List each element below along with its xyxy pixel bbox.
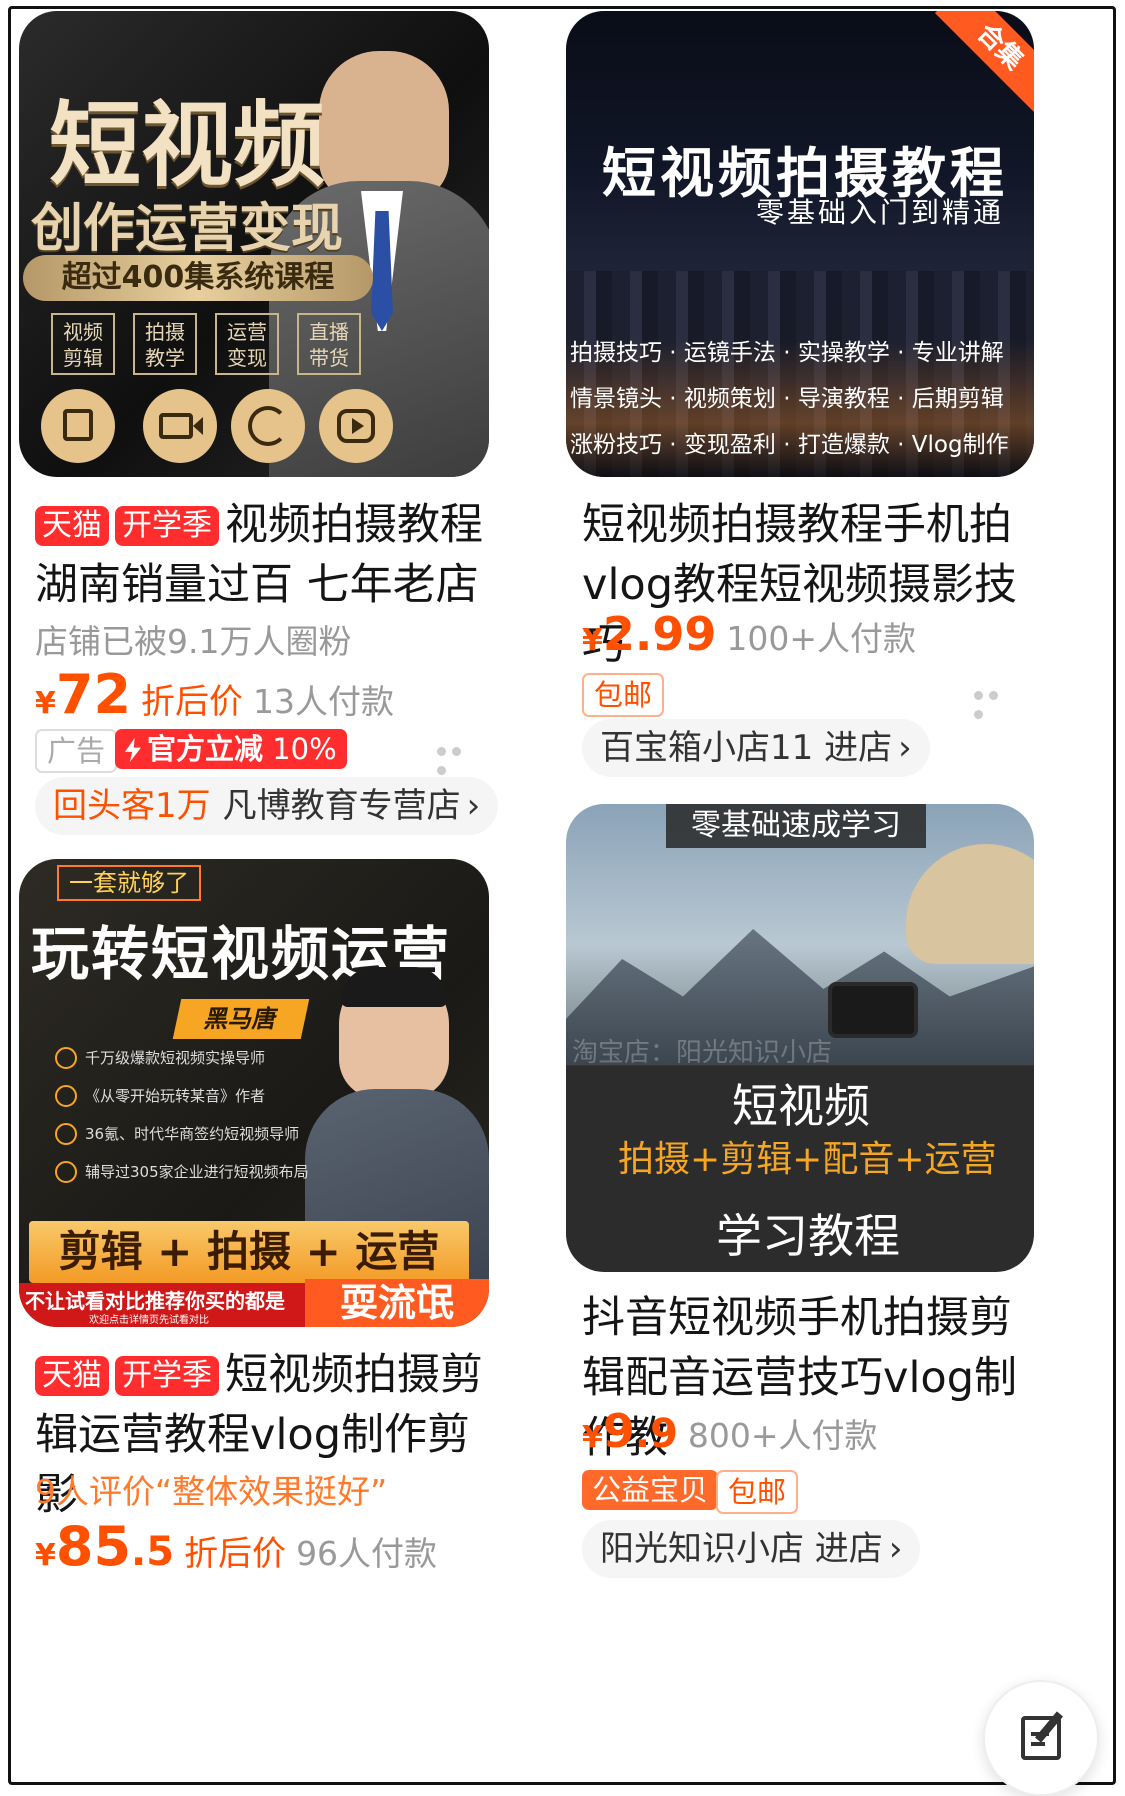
more-dots-icon[interactable] [437, 741, 481, 775]
phone [828, 982, 918, 1038]
thumb-line: 涨粉技巧 · 变现盈利 · 打造爆款 · Vlog制作 [570, 432, 1009, 458]
tmall-tag: 天猫 [35, 1356, 109, 1396]
product-title[interactable]: 天猫 开学季 视频拍摄教程湖南销量过百 七年老店 [35, 495, 505, 615]
product-image[interactable]: 零基础速成学习 淘宝店：阳光知识小店 短视频 拍摄+剪辑+配音+运营 学习教程 [566, 804, 1034, 1272]
thumb-subhead: 创作运营变现 [31, 198, 344, 259]
sold-count: 13人付款 [253, 682, 395, 721]
thumb-line3: 学习教程 [716, 1209, 900, 1263]
check-icon [55, 1047, 77, 1069]
more-dots-icon[interactable] [974, 685, 1018, 719]
thumb-line1: 短视频 [732, 1079, 870, 1133]
thumb-banner: 超过400集系统课程 [23, 255, 373, 301]
check-icon [55, 1123, 77, 1145]
check-icon [55, 1161, 77, 1183]
sold-count: 96人付款 [296, 1534, 438, 1573]
thumb-line: 情景镜头 · 视频策划 · 导演教程 · 后期剪辑 [570, 386, 1004, 412]
crop-icon [41, 389, 115, 463]
thumb-stamp: 耍流氓 [305, 1279, 489, 1327]
promo-badge: 官方立减 10% [115, 729, 347, 769]
watermark: 淘宝店：阳光知识小店 [572, 1038, 833, 1068]
product-grid: 短视频 创作运营变现 超过400集系统课程 视频 剪辑 拍摄 教学 运营 变现 … [8, 6, 1116, 1785]
video-icon [319, 389, 393, 463]
price-value: 72 [55, 663, 132, 726]
review-snippet: 9人评价“整体效果挺好” [35, 1472, 388, 1511]
feedback-button[interactable] [983, 1680, 1099, 1796]
corner-ribbon: 合集 [934, 11, 1034, 113]
thumb-headline: 短视频 [49, 91, 326, 199]
store-link[interactable]: 阳光知识小店 进店 › [582, 1520, 921, 1578]
sold-count: 100+人付款 [726, 619, 917, 658]
thumb-boxes: 视频 剪辑 拍摄 教学 运营 变现 直播 带货 [51, 313, 361, 375]
charity-badge: 公益宝贝 [582, 1470, 719, 1510]
price-value: 85 [55, 1515, 132, 1578]
sold-count: 800+人付款 [687, 1416, 878, 1455]
product-image[interactable]: 合集 短视频拍摄教程 零基础入门到精通 拍摄技巧 · 运镜手法 · 实操教学 ·… [566, 11, 1034, 477]
chevron-right-icon: › [888, 1529, 903, 1569]
price-row: ¥9.9 800+人付款 [582, 1404, 878, 1458]
store-link[interactable]: 回头客1万 凡博教育专营店 › [35, 777, 499, 835]
season-tag: 开学季 [115, 506, 219, 546]
thumb-line2: 拍摄+剪辑+配音+运营 [618, 1139, 997, 1180]
price-row: ¥2.99 100+人付款 [582, 607, 917, 661]
product-image[interactable]: 一套就够了 玩转短视频运营 黑马唐 千万级爆款短视频实操导师 《从零开始玩转某音… [19, 859, 489, 1327]
hat [906, 844, 1034, 964]
store-link[interactable]: 百宝箱小店11 进店 › [582, 719, 930, 777]
price-row: ¥72 折后价 13人付款 [35, 663, 395, 726]
refresh-icon [231, 389, 305, 463]
chevron-right-icon: › [466, 786, 481, 826]
thumb-line: 拍摄技巧 · 运镜手法 · 实操教学 · 专业讲解 [570, 340, 1004, 366]
price-value: 2.99 [602, 607, 717, 661]
thumb-bottom-banner: 剪辑 + 拍摄 + 运营 [29, 1221, 469, 1283]
thumb-top: 零基础速成学习 [666, 804, 926, 848]
thumb-circles [41, 389, 461, 469]
chevron-right-icon: › [898, 728, 912, 768]
camera-icon [143, 389, 217, 463]
presenter-figure [319, 51, 449, 201]
price-row: ¥85.5 折后价 96人付款 [35, 1515, 438, 1578]
free-shipping-badge: 包邮 [582, 673, 665, 717]
free-shipping-badge: 包邮 [716, 1470, 799, 1514]
thumb-warning: 不让试看对比推荐你买的都是 欢迎点击详情页先试看对比 [19, 1283, 305, 1327]
product-image[interactable]: 短视频 创作运营变现 超过400集系统课程 视频 剪辑 拍摄 教学 运营 变现 … [19, 11, 489, 477]
ad-badge: 广告 [35, 729, 118, 773]
name-plate: 黑马唐 [172, 999, 310, 1039]
thumb-subhead: 零基础入门到精通 [756, 196, 1005, 229]
lightning-icon [125, 738, 141, 762]
check-icon [55, 1085, 77, 1107]
season-tag: 开学季 [115, 1356, 219, 1396]
bullet-list: 千万级爆款短视频实操导师 《从零开始玩转某音》作者 36氪、时代华商签约短视频导… [55, 1047, 355, 1199]
thumb-ribbon: 一套就够了 [57, 865, 201, 901]
price-value: 9 [602, 1404, 635, 1458]
fans-info: 店铺已被9.1万人圈粉 [35, 622, 352, 661]
tmall-tag: 天猫 [35, 506, 109, 546]
